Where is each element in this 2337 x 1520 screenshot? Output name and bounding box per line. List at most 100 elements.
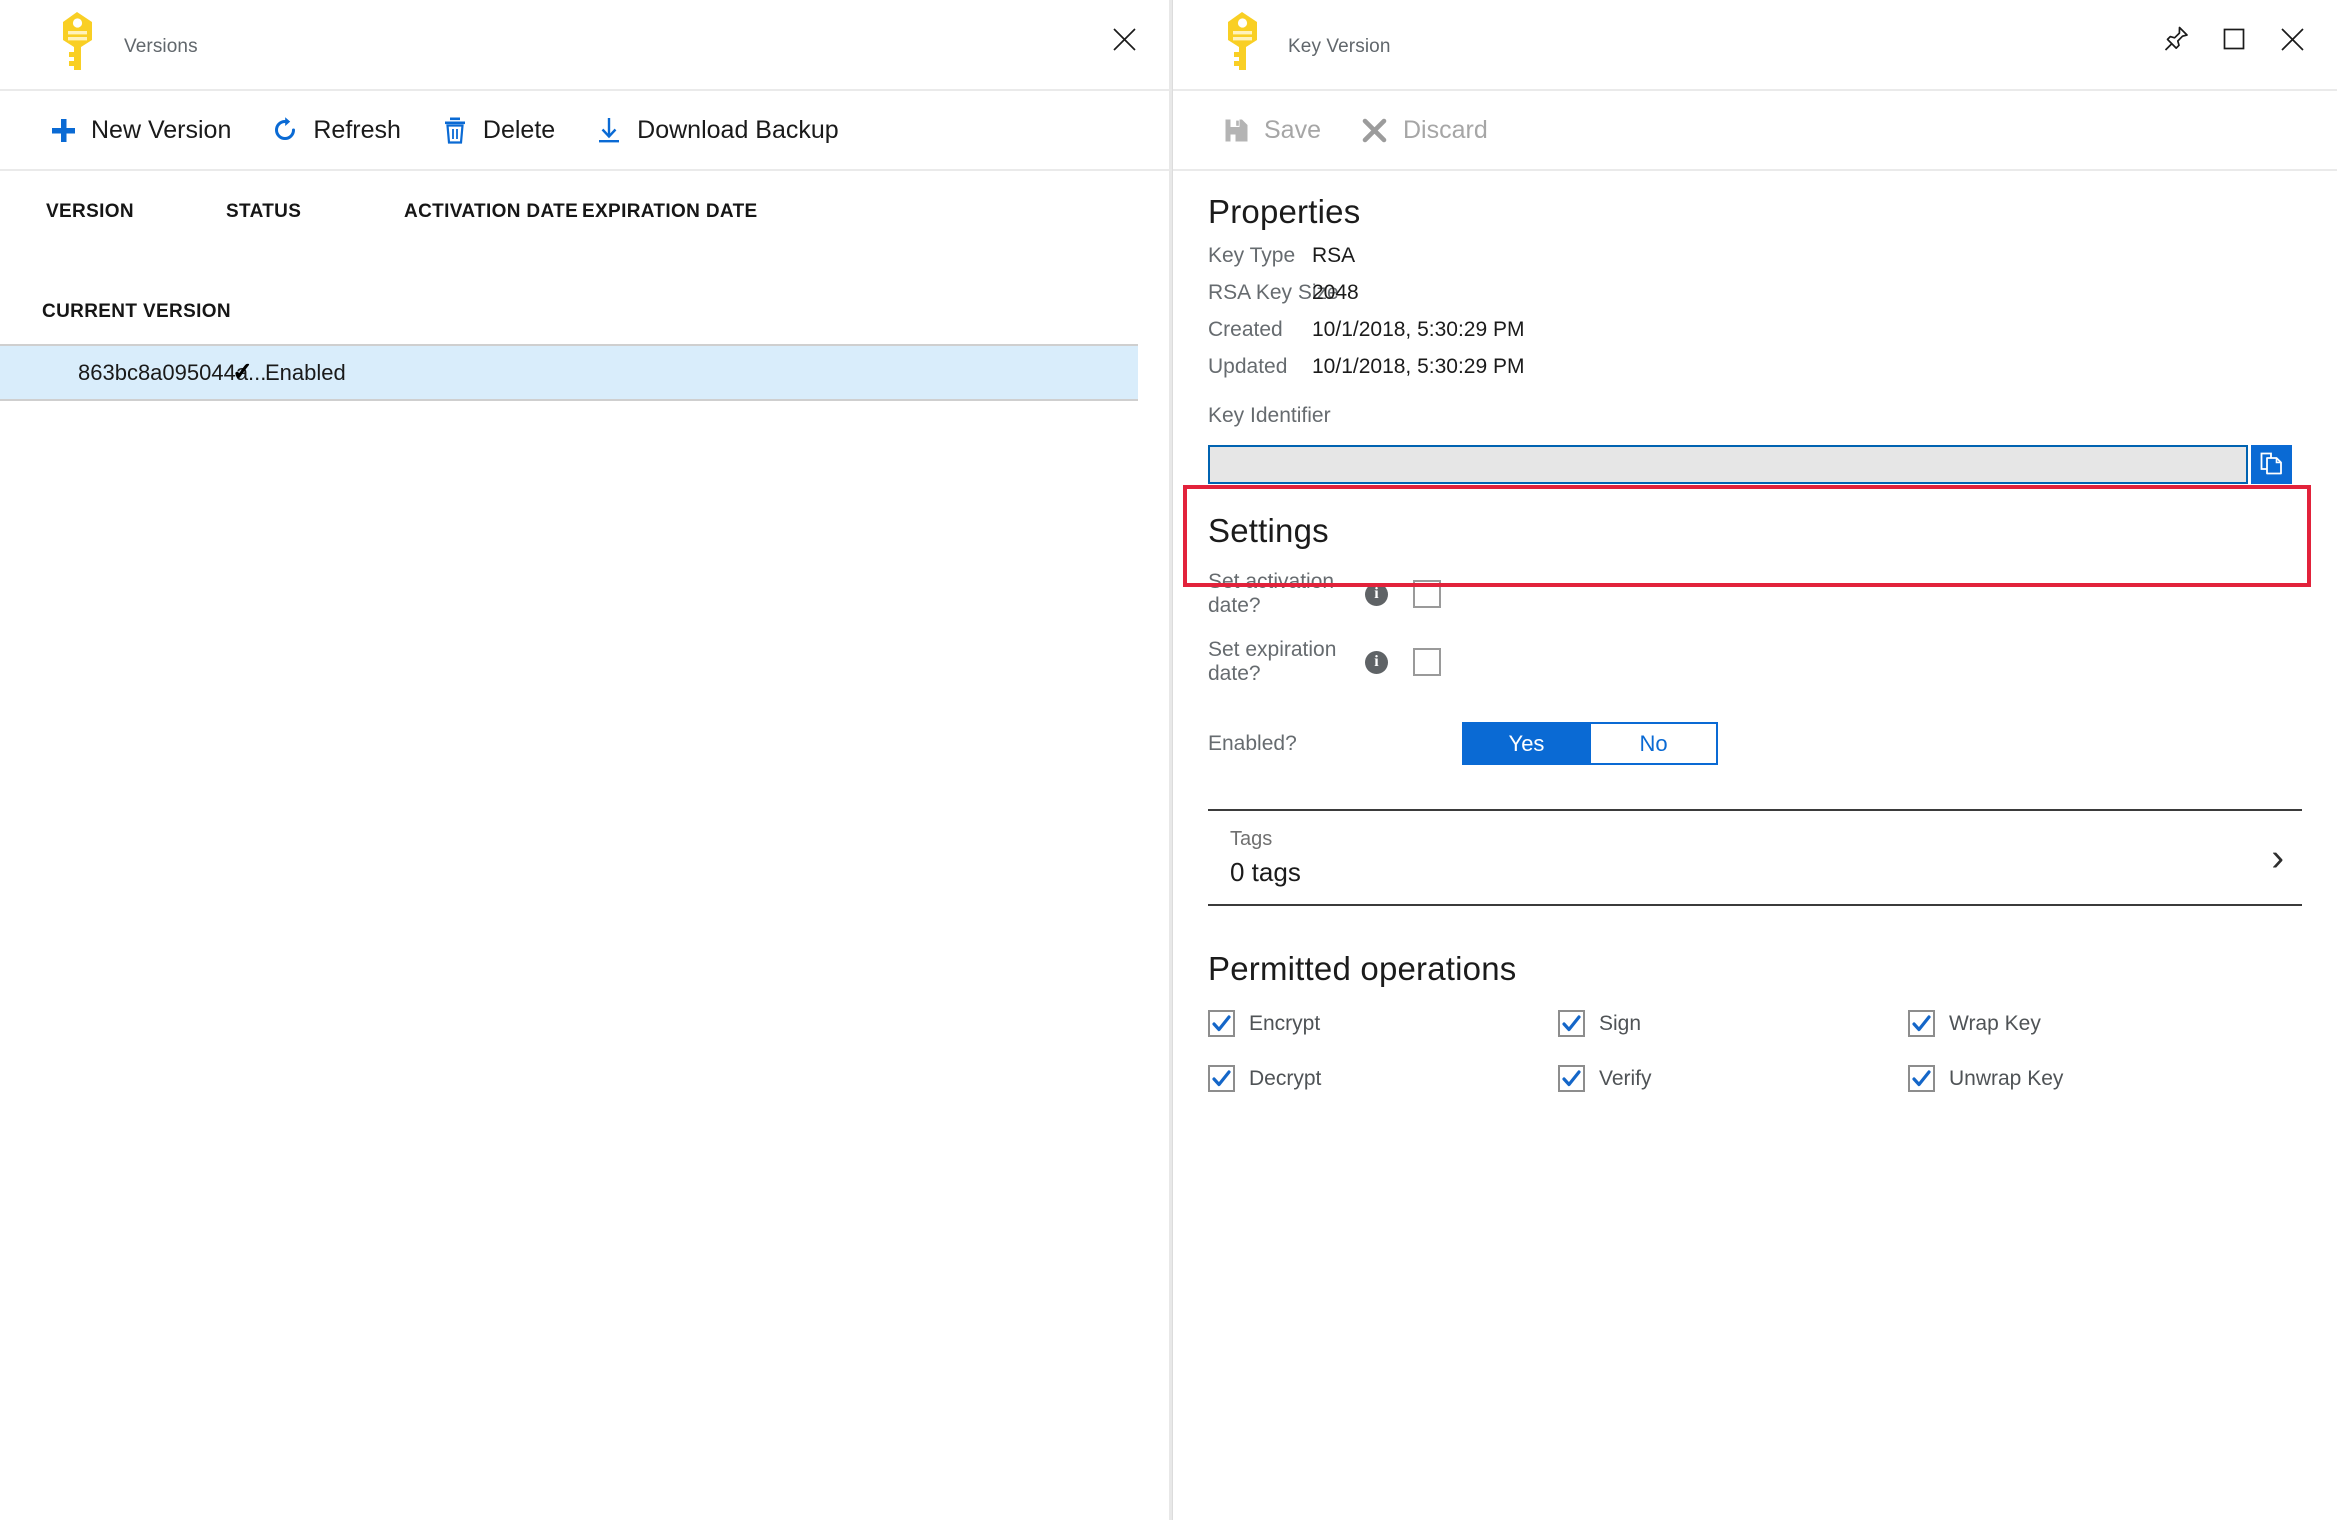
versions-command-bar: New Version Refresh Delete Download Back… [0,91,1169,171]
set-activation-date-checkbox[interactable] [1413,580,1441,608]
refresh-label: Refresh [313,115,401,144]
set-expiration-date-row: Set expiration date? i [1208,638,2337,686]
operation-sign[interactable]: Sign [1558,1010,1908,1037]
operation-verify[interactable]: Verify [1558,1065,1908,1092]
discard-button[interactable]: Discard [1356,102,1505,158]
page-title: Versions [124,36,198,57]
operation-wrap-key[interactable]: Wrap Key [1908,1010,2258,1037]
permitted-operations-title: Permitted operations [1208,950,1517,987]
column-header-version[interactable]: VERSION [46,201,226,223]
versions-window-controls [1095,14,1153,64]
versions-grid-header: VERSION STATUS ACTIVATION DATE EXPIRATIO… [0,171,1169,253]
operation-label: Encrypt [1249,1011,1321,1035]
property-row-updated: Updated 10/1/2018, 5:30:29 PM [1208,355,2337,379]
info-icon[interactable]: i [1365,650,1388,674]
property-label: Updated [1208,355,1288,378]
set-activation-date-row: Set activation date? i [1208,570,2337,618]
property-value: 2048 [1312,281,1359,304]
operation-encrypt[interactable]: Encrypt [1208,1010,1558,1037]
settings-section: Settings Set activation date? i Set expi… [1173,512,2337,765]
property-label: RSA Key Size [1208,281,1339,304]
key-identifier-input[interactable] [1208,445,2248,484]
operation-label: Decrypt [1249,1066,1322,1090]
operation-unwrap-key[interactable]: Unwrap Key [1908,1065,2258,1092]
settings-title: Settings [1208,512,1329,549]
close-icon[interactable] [2263,14,2321,64]
operation-label: Sign [1599,1011,1642,1035]
grid-group-label: CURRENT VERSION [42,301,231,322]
discard-icon [1360,115,1390,145]
enabled-row: Enabled? Yes No [1208,722,2337,765]
checkbox-checked-icon[interactable] [1908,1010,1935,1037]
key-icon [56,10,98,72]
save-label: Save [1264,115,1321,144]
tags-value: 0 tags [1230,856,1301,887]
download-backup-button[interactable]: Download Backup [590,102,856,158]
key-identifier-row [1208,445,2292,484]
property-label: Key Type [1208,244,1296,267]
checkbox-checked-icon[interactable] [1558,1065,1585,1092]
info-icon[interactable]: i [1365,582,1388,606]
enabled-toggle: Yes No [1462,722,1718,765]
key-identifier-section: Key Identifier [1173,404,2337,484]
properties-title: Properties [1208,193,1361,230]
plus-icon [48,115,78,145]
new-version-label: New Version [91,115,232,144]
tags-label: Tags [1230,827,1273,850]
key-version-blade-header: Key Version [1173,0,2337,91]
delete-button[interactable]: Delete [436,102,572,158]
maximize-icon[interactable] [2205,14,2263,64]
save-icon [1221,115,1251,145]
row-status-label: Enabled [264,359,346,385]
property-value: RSA [1312,244,1356,267]
key-icon [1221,10,1263,72]
tags-text: Tags 0 tags [1230,828,1301,888]
column-header-activation-date[interactable]: ACTIVATION DATE [404,201,582,223]
page-title: Key Version [1288,36,1391,57]
column-header-status[interactable]: STATUS [226,201,404,223]
operation-label: Wrap Key [1949,1011,2041,1035]
property-row-key-type: Key Type RSA [1208,244,2337,268]
refresh-button[interactable]: Refresh [266,102,418,158]
set-expiration-date-checkbox[interactable] [1413,648,1441,676]
operation-label: Unwrap Key [1949,1066,2064,1090]
new-version-button[interactable]: New Version [44,102,248,158]
copy-icon [2259,451,2284,479]
table-row[interactable]: 863bc8a095044a... ✓ Enabled [0,344,1138,401]
close-icon[interactable] [1095,14,1153,64]
permitted-operations-section: Permitted operations Encrypt Sign Wrap K… [1173,950,2337,1092]
column-header-expiration-date[interactable]: EXPIRATION DATE [582,201,842,223]
property-row-created: Created 10/1/2018, 5:30:29 PM [1208,318,2337,342]
set-expiration-date-label: Set expiration date? [1208,638,1337,685]
tags-section[interactable]: Tags 0 tags › [1208,809,2302,906]
row-status: ✓ Enabled [232,360,346,386]
discard-label: Discard [1402,115,1488,144]
check-icon: ✓ [232,358,253,386]
property-label: Created [1208,318,1283,341]
operation-label: Verify [1599,1066,1652,1090]
checkbox-checked-icon[interactable] [1208,1010,1235,1037]
versions-blade-header: Versions [0,0,1169,91]
trash-icon [440,115,470,145]
operation-decrypt[interactable]: Decrypt [1208,1065,1558,1092]
copy-key-identifier-button[interactable] [2251,445,2292,484]
checkbox-checked-icon[interactable] [1208,1065,1235,1092]
key-version-window-controls [2147,14,2321,64]
pin-icon[interactable] [2147,14,2205,64]
checkbox-checked-icon[interactable] [1558,1010,1585,1037]
property-row-rsa-key-size: RSA Key Size 2048 [1208,281,2337,305]
key-identifier-label: Key Identifier [1208,404,1331,427]
property-value: 10/1/2018, 5:30:29 PM [1312,318,1525,341]
versions-blade: Versions New Version Refresh Delete Down… [0,0,1172,1520]
enabled-yes-button[interactable]: Yes [1464,724,1589,763]
enabled-label: Enabled? [1208,731,1297,755]
permitted-operations-grid: Encrypt Sign Wrap Key Decrypt Verify Unw… [1208,1010,2337,1092]
key-version-blade: Key Version Save Discard Properties Key … [1172,0,2337,1520]
checkbox-checked-icon[interactable] [1908,1065,1935,1092]
enabled-no-button[interactable]: No [1589,724,1716,763]
set-activation-date-label: Set activation date? [1208,570,1335,617]
refresh-icon [270,115,300,145]
chevron-right-icon[interactable]: › [2271,839,2290,877]
save-button[interactable]: Save [1217,102,1338,158]
download-icon [594,115,624,145]
